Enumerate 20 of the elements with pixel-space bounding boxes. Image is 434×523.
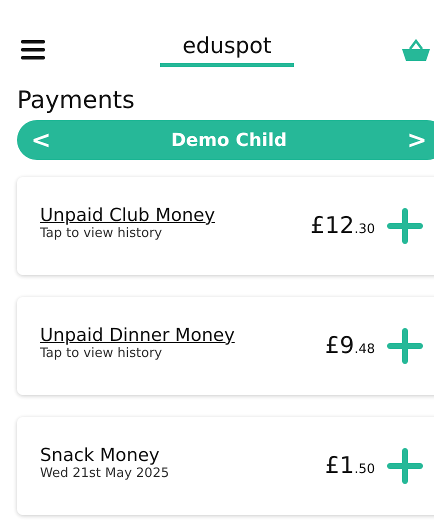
add-icon[interactable] bbox=[387, 208, 423, 244]
page-title: Payments bbox=[17, 86, 136, 114]
logo: eduspot bbox=[160, 34, 294, 66]
amount: £1.50 bbox=[325, 453, 375, 479]
payment-subtitle: Wed 21st May 2025 bbox=[40, 466, 170, 481]
add-icon[interactable] bbox=[387, 328, 423, 364]
payment-card[interactable]: Unpaid Dinner Money Tap to view history £9.48 bbox=[17, 297, 434, 395]
amount: £9.48 bbox=[325, 333, 375, 359]
basket-icon[interactable] bbox=[402, 39, 430, 61]
add-icon[interactable] bbox=[387, 448, 423, 484]
menu-icon[interactable] bbox=[21, 40, 45, 60]
amount: £12.30 bbox=[310, 213, 375, 239]
payment-card[interactable]: Snack Money Wed 21st May 2025 £1.50 bbox=[17, 417, 434, 515]
payment-subtitle: Tap to view history bbox=[40, 346, 164, 361]
payment-title[interactable]: Unpaid Dinner Money bbox=[40, 325, 326, 346]
payment-title: Snack Money bbox=[40, 445, 161, 466]
child-name: Demo Child bbox=[171, 130, 287, 150]
payment-card[interactable]: Unpaid Club Money Tap to view history £12.30 bbox=[17, 177, 434, 275]
payment-subtitle: Tap to view history bbox=[40, 226, 164, 241]
payment-title[interactable]: Unpaid Club Money bbox=[40, 205, 310, 226]
